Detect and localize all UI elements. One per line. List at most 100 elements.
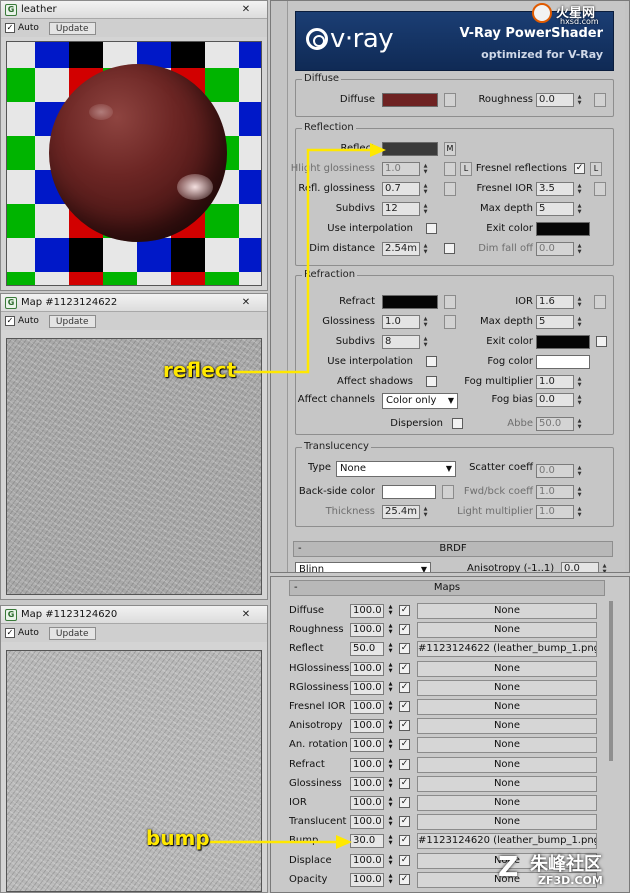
map-enable-checkbox[interactable]: ✓: [399, 643, 410, 655]
map-slot-button[interactable]: None: [417, 737, 597, 754]
map-enable-checkbox[interactable]: ✓: [399, 662, 410, 674]
window-titlebar[interactable]: G Map #1123124622 ✕: [1, 294, 267, 312]
fresnel-ior-spinner[interactable]: 3.5 ▲ ▼: [536, 182, 584, 196]
map-enable-checkbox[interactable]: ✓: [399, 681, 410, 693]
spinner-arrows-icon[interactable]: ▲ ▼: [386, 719, 395, 731]
map-slot-button[interactable]: None: [417, 814, 597, 831]
refract-map-button[interactable]: [444, 295, 456, 309]
spinner-arrows-icon[interactable]: ▲ ▼: [386, 796, 395, 808]
auto-checkbox[interactable]: ✓: [5, 316, 15, 326]
map-enable-checkbox[interactable]: ✓: [399, 624, 410, 636]
spinner-arrows-icon[interactable]: ▲ ▼: [386, 758, 395, 770]
auto-checkbox[interactable]: ✓: [5, 23, 15, 33]
map-amount-spinner[interactable]: 100.0: [350, 853, 384, 868]
map-slot-button[interactable]: None: [417, 603, 597, 619]
dispersion-checkbox[interactable]: [452, 418, 463, 429]
maps-rollout-header[interactable]: - Maps: [289, 580, 605, 596]
map-enable-checkbox[interactable]: ✓: [399, 777, 410, 789]
map-amount-spinner[interactable]: 100.0: [350, 738, 384, 753]
fog-multiplier-spinner[interactable]: 1.0 ▲ ▼: [536, 375, 584, 389]
refl-glossiness-map-button[interactable]: [444, 182, 456, 196]
map-amount-spinner[interactable]: 30.0: [350, 834, 384, 849]
maps-scrollbar[interactable]: [609, 601, 613, 761]
map-slot-button[interactable]: #1123124622 (leather_bump_1.png): [417, 641, 597, 658]
close-button[interactable]: ✕: [233, 608, 259, 621]
hilight-map-button[interactable]: [444, 162, 456, 176]
affect-shadows-checkbox[interactable]: [426, 376, 437, 387]
map-amount-spinner[interactable]: 100.0: [350, 796, 384, 810]
window-titlebar[interactable]: G Map #1123124620 ✕: [1, 606, 267, 624]
abbe-spinner[interactable]: 50.0 ▲ ▼: [536, 417, 584, 431]
back-side-color-swatch[interactable]: [382, 485, 436, 499]
reflect-map-button[interactable]: M: [444, 142, 456, 156]
map-enable-checkbox[interactable]: ✓: [399, 720, 410, 732]
exit-color-swatch[interactable]: [536, 222, 590, 236]
map-slot-button[interactable]: None: [417, 718, 597, 735]
refl-glossiness-spinner[interactable]: 0.7 ▲ ▼: [382, 182, 430, 196]
glossiness-spinner[interactable]: 1.0 ▲ ▼: [382, 315, 430, 329]
exit-color-swatch[interactable]: [536, 335, 590, 349]
spinner-arrows-icon[interactable]: ▲ ▼: [386, 700, 395, 712]
light-multiplier-spinner[interactable]: 1.0 ▲ ▼: [536, 505, 584, 519]
fwd-bck-coeff-spinner[interactable]: 1.0 ▲ ▼: [536, 485, 584, 499]
spinner-arrows-icon[interactable]: ▲ ▼: [386, 681, 395, 693]
use-interpolation-checkbox[interactable]: [426, 356, 437, 367]
dim-distance-checkbox[interactable]: [444, 243, 455, 254]
refract-color-swatch[interactable]: [382, 295, 438, 309]
spinner-arrows-icon[interactable]: ▲ ▼: [386, 623, 395, 635]
spinner-arrows-icon[interactable]: ▲ ▼: [386, 873, 395, 885]
spinner-arrows-icon[interactable]: ▲ ▼: [386, 738, 395, 750]
roughness-map-button[interactable]: [594, 93, 606, 107]
hilight-lock-button[interactable]: L: [460, 162, 472, 176]
map-amount-spinner[interactable]: 100.0: [350, 719, 384, 734]
scatter-coeff-spinner[interactable]: 0.0 ▲ ▼: [536, 464, 584, 478]
map-amount-spinner[interactable]: 100.0: [350, 815, 384, 830]
map-amount-spinner[interactable]: 100.0: [350, 604, 384, 618]
fresnel-reflections-checkbox[interactable]: ✓: [574, 163, 585, 174]
spinner-arrows-icon[interactable]: ▲ ▼: [386, 815, 395, 827]
auto-checkbox[interactable]: ✓: [5, 628, 15, 638]
dim-distance-spinner[interactable]: 2.54m ▲ ▼: [382, 242, 430, 256]
fog-color-swatch[interactable]: [536, 355, 590, 369]
update-button[interactable]: Update: [48, 626, 96, 640]
dim-fall-off-spinner[interactable]: 0.0 ▲ ▼: [536, 242, 584, 256]
map-enable-checkbox[interactable]: ✓: [399, 605, 410, 616]
reflect-color-swatch[interactable]: [382, 142, 438, 156]
map-amount-spinner[interactable]: 100.0: [350, 700, 384, 714]
map-amount-spinner[interactable]: 100.0: [350, 872, 384, 887]
map-slot-button[interactable]: None: [417, 795, 597, 811]
max-depth-spinner[interactable]: 5 ▲ ▼: [536, 315, 584, 329]
brdf-rollout-header[interactable]: - BRDF: [293, 541, 613, 557]
fog-bias-spinner[interactable]: 0.0 ▲ ▼: [536, 393, 584, 407]
map-slot-button[interactable]: None: [417, 699, 597, 715]
use-interpolation-checkbox[interactable]: [426, 223, 437, 234]
ior-map-button[interactable]: [594, 295, 606, 309]
spinner-arrows-icon[interactable]: ▲ ▼: [386, 604, 395, 616]
map-enable-checkbox[interactable]: ✓: [399, 797, 410, 808]
map-enable-checkbox[interactable]: ✓: [399, 873, 410, 885]
fresnel-ior-map-button[interactable]: [594, 182, 606, 196]
close-button[interactable]: ✕: [233, 296, 259, 309]
diffuse-map-button[interactable]: [444, 93, 456, 107]
window-titlebar[interactable]: G leather ✕: [1, 1, 267, 19]
diffuse-color-swatch[interactable]: [382, 93, 438, 107]
glossiness-map-button[interactable]: [444, 315, 456, 329]
map-slot-button[interactable]: None: [417, 660, 597, 677]
map-enable-checkbox[interactable]: ✓: [399, 739, 410, 751]
map-slot-button[interactable]: None: [417, 679, 597, 696]
brdf-type-dropdown[interactable]: Blinn ▼: [295, 562, 431, 572]
update-button[interactable]: Update: [48, 314, 96, 328]
fresnel-lock-button[interactable]: L: [590, 162, 602, 176]
translucency-type-dropdown[interactable]: None ▼: [336, 461, 456, 477]
map-enable-checkbox[interactable]: ✓: [399, 854, 410, 866]
map-slot-button[interactable]: None: [417, 775, 597, 792]
spinner-arrows-icon[interactable]: ▲ ▼: [386, 834, 395, 846]
subdivs-spinner[interactable]: 8 ▲ ▼: [382, 335, 430, 349]
map-slot-button[interactable]: #1123124620 (leather_bump_1.png): [417, 833, 597, 850]
map-amount-spinner[interactable]: 50.0: [350, 642, 384, 657]
map-amount-spinner[interactable]: 100.0: [350, 757, 384, 772]
exit-color-checkbox[interactable]: [596, 336, 607, 347]
spinner-arrows-icon[interactable]: ▲ ▼: [386, 642, 395, 654]
map-enable-checkbox[interactable]: ✓: [399, 835, 410, 847]
map-enable-checkbox[interactable]: ✓: [399, 758, 410, 770]
